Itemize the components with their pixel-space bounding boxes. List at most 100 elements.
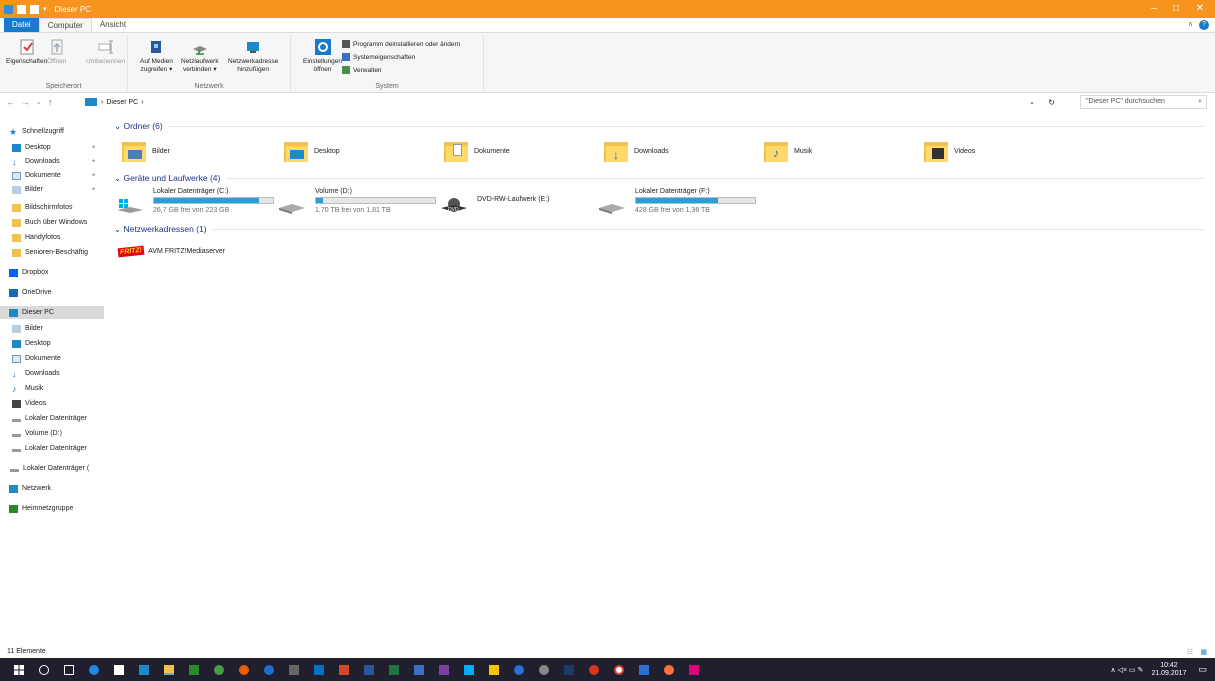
tab-datei[interactable]: Datei: [4, 18, 39, 32]
sidebar-item-musik[interactable]: ♪ Musik: [0, 382, 104, 395]
drive-e[interactable]: DVD DVD-RW-Laufwerk (E:): [440, 188, 600, 218]
sidebar-item-schnellzugriff[interactable]: ★ Schnellzugriff: [0, 125, 104, 138]
start-windows-icon[interactable]: [14, 664, 24, 675]
sidebar-item-bilder[interactable]: Bilder: [0, 322, 104, 335]
medien-button[interactable]: Auf Medien zugreifen ▾: [140, 39, 173, 74]
powerpoint-icon[interactable]: [339, 664, 349, 675]
sidebar-item-dokumente[interactable]: Dokumente: [0, 352, 104, 365]
netzwerkadresse-button[interactable]: Netzwerkadresse hinzufügen: [228, 39, 278, 74]
eigenschaften-button[interactable]: Eigenschaften: [6, 39, 47, 66]
breadcrumb-chevron-icon[interactable]: ›: [141, 99, 143, 106]
action-center-icon[interactable]: ▭: [1198, 664, 1207, 675]
network-fritz-mediaserver[interactable]: FRITZ! AVM FRITZ!Mediaserver: [117, 243, 225, 259]
folder-musik[interactable]: ♪ Musik: [764, 137, 812, 165]
onenote-icon[interactable]: [439, 664, 449, 675]
taskbar-app-icon[interactable]: [139, 664, 149, 675]
sidebar-item-bildschirmfotos[interactable]: Bildschirmfotos: [0, 201, 104, 214]
drive-d[interactable]: Volume (D:) 1,70 TB frei von 1,81 TB: [278, 188, 438, 218]
sidebar-item-buch-über-windows[interactable]: Buch über Windows: [0, 216, 104, 229]
sidebar-item-downloads[interactable]: ↓ Downloads: [0, 367, 104, 380]
sidebar-item-lokaler-datenträger[interactable]: Lokaler Datenträger (: [0, 462, 104, 475]
breadcrumb-dieser-pc[interactable]: Dieser PC: [106, 99, 138, 106]
address-field[interactable]: › Dieser PC › ⌄ ↻: [84, 96, 1066, 108]
sidebar-item-bilder[interactable]: Bilder ✦: [0, 183, 104, 196]
file-explorer-icon[interactable]: [164, 664, 174, 675]
up-button[interactable]: ↑: [48, 97, 53, 107]
forward-button[interactable]: →: [21, 97, 30, 107]
tab-computer[interactable]: Computer: [38, 18, 92, 32]
systemeigenschaften-button[interactable]: Systemeigenschaften: [342, 53, 415, 61]
netzlaufwerk-button[interactable]: Netzlaufwerk verbinden ▾: [181, 39, 219, 74]
sidebar-item-heimnetzgruppe[interactable]: Heimnetzgruppe: [0, 502, 104, 515]
oeffnen-button[interactable]: Öffnen: [47, 39, 66, 66]
taskbar-app-icon[interactable]: [664, 664, 674, 675]
sidebar-item-videos[interactable]: Videos: [0, 397, 104, 410]
pin-icon[interactable]: ✦: [91, 158, 96, 165]
outlook-icon[interactable]: [314, 664, 324, 675]
store-icon[interactable]: [114, 664, 124, 675]
pin-icon[interactable]: ✦: [91, 144, 96, 151]
programm-deinstallieren-button[interactable]: Programm deinstallieren oder ändern: [342, 40, 460, 48]
group-header-netzwerk[interactable]: ⌄ Netzwerkadressen (1): [114, 223, 1204, 235]
taskbar-app-icon[interactable]: [214, 664, 224, 675]
edge-browser-icon[interactable]: [89, 664, 99, 675]
verwalten-button[interactable]: Verwalten: [342, 66, 382, 74]
taskbar-app-icon[interactable]: [539, 664, 549, 675]
taskbar-app-icon[interactable]: [414, 664, 424, 675]
refresh-button[interactable]: ↻: [1048, 98, 1055, 107]
clock[interactable]: 10:42 21.09.2017: [1151, 662, 1186, 678]
sidebar-item-lokaler-datenträger[interactable]: Lokaler Datenträger: [0, 442, 104, 455]
folder-bilder[interactable]: Bilder: [122, 137, 170, 165]
taskbar-app-icon[interactable]: [289, 664, 299, 675]
group-header-ordner[interactable]: ⌄ Ordner (6): [114, 120, 1204, 132]
details-view-icon[interactable]: ☷: [1187, 648, 1193, 656]
sidebar-item-lokaler-datenträger[interactable]: Lokaler Datenträger: [0, 412, 104, 425]
pin-icon[interactable]: ✦: [91, 186, 96, 193]
sidebar-item-onedrive[interactable]: OneDrive: [0, 286, 104, 299]
search-input[interactable]: "Dieser PC" durchsuchen ⌕: [1080, 95, 1207, 109]
new-folder-quick-icon[interactable]: [30, 4, 39, 14]
skype-icon[interactable]: [464, 664, 474, 675]
drive-f[interactable]: Lokaler Datenträger (F:) 428 GB frei von…: [598, 188, 758, 218]
umbenennen-button[interactable]: Umbenennen: [86, 39, 125, 66]
sidebar-item-dieser-pc[interactable]: Dieser PC: [0, 306, 104, 319]
chrome-icon[interactable]: [614, 664, 624, 675]
help-icon[interactable]: ?: [1199, 20, 1209, 30]
folder-videos[interactable]: Videos: [924, 137, 975, 165]
task-view-icon[interactable]: [64, 664, 74, 675]
sidebar-item-netzwerk[interactable]: Netzwerk: [0, 482, 104, 495]
firefox-icon[interactable]: [239, 664, 249, 675]
taskbar-app-icon[interactable]: [489, 664, 499, 675]
search-icon[interactable]: [39, 664, 49, 675]
taskbar-app-icon[interactable]: [589, 664, 599, 675]
taskbar-app-icon[interactable]: [689, 664, 699, 675]
taskbar-app-icon[interactable]: [514, 664, 524, 675]
lightroom-icon[interactable]: [564, 664, 574, 675]
sidebar-item-downloads[interactable]: ↓ Downloads ✦: [0, 155, 104, 168]
taskbar-app-icon[interactable]: [189, 664, 199, 675]
maximize-button[interactable]: □: [1165, 0, 1187, 18]
sidebar-item-desktop[interactable]: Desktop ✦: [0, 141, 104, 154]
folder-dokumente[interactable]: Dokumente: [444, 137, 510, 165]
close-button[interactable]: ✕: [1189, 0, 1211, 18]
group-header-laufwerke[interactable]: ⌄ Geräte und Laufwerke (4): [114, 172, 1204, 184]
back-button[interactable]: ←: [6, 97, 15, 107]
tray-icons[interactable]: ∧ ◁× ▭ ✎: [1111, 666, 1144, 674]
recent-locations-button[interactable]: ⌄: [36, 98, 42, 106]
internet-explorer-icon[interactable]: [264, 664, 274, 675]
ribbon-collapse-icon[interactable]: ∧: [1188, 20, 1193, 28]
folder-downloads[interactable]: ↓ Downloads: [604, 137, 669, 165]
taskbar-app-icon[interactable]: [639, 664, 649, 675]
sidebar-item-dokumente[interactable]: Dokumente ✦: [0, 169, 104, 182]
folder-desktop[interactable]: Desktop: [284, 137, 340, 165]
einstellungen-button[interactable]: Einstellungen öffnen: [303, 39, 342, 74]
tab-ansicht[interactable]: Ansicht: [92, 18, 134, 32]
tiles-view-icon[interactable]: ▦: [1200, 648, 1207, 656]
pin-icon[interactable]: ✦: [91, 172, 96, 179]
sidebar-item-volume-d[interactable]: Volume (D:): [0, 427, 104, 440]
sidebar-item-handyfotos[interactable]: Handyfotos: [0, 231, 104, 244]
excel-icon[interactable]: [389, 664, 399, 675]
minimize-button[interactable]: –: [1143, 0, 1165, 18]
properties-quick-icon[interactable]: [17, 4, 26, 14]
word-icon[interactable]: [364, 664, 374, 675]
